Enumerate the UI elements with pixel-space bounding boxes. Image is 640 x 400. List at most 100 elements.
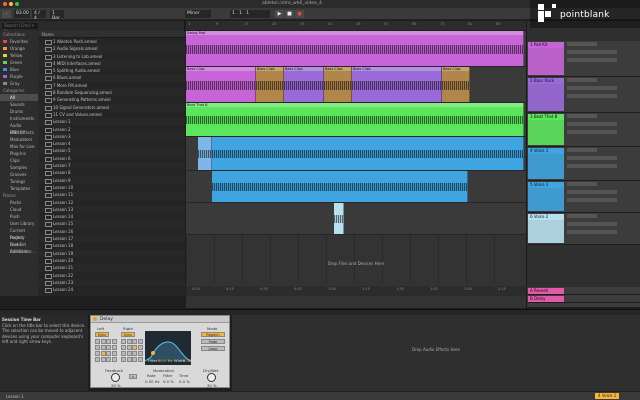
category-item[interactable]: Max for Live (0, 143, 38, 150)
category-item[interactable]: Templates (0, 185, 38, 192)
audio-clip[interactable]: Bass Clips (442, 67, 470, 102)
file-item[interactable]: Lesson 3 (39, 132, 185, 141)
category-item[interactable]: Plug-Ins (0, 150, 38, 157)
master-track-header[interactable] (527, 303, 640, 308)
audio-clip[interactable]: Beat That B (186, 103, 524, 136)
audio-clip[interactable]: Bass Clips (324, 67, 352, 102)
left-beat-button[interactable] (106, 339, 111, 344)
audio-clip[interactable] (212, 171, 468, 202)
left-beat-button[interactable] (100, 339, 106, 344)
category-item[interactable]: Samples (0, 164, 38, 171)
left-beat-button[interactable] (106, 357, 111, 362)
track-header[interactable]: 1 Pad Kit (527, 41, 640, 77)
file-item[interactable]: 10 Signal Generators.ameol (39, 103, 185, 111)
file-item[interactable]: Lesson 5 (39, 147, 185, 155)
file-item[interactable]: Lesson 2 (39, 126, 185, 133)
drywet-knob[interactable] (207, 373, 216, 382)
track-header[interactable]: 6 Voice 2 (527, 213, 640, 245)
right-beat-button[interactable] (132, 357, 137, 362)
left-beat-button[interactable] (100, 357, 106, 362)
file-item[interactable]: Lesson 7 (39, 162, 185, 170)
right-beat-button[interactable] (121, 357, 126, 362)
right-beat-button[interactable] (121, 345, 126, 350)
right-beat-button[interactable] (126, 339, 132, 344)
left-beat-button[interactable] (111, 345, 117, 350)
signature-field[interactable]: 4 / 4 (32, 10, 46, 21)
category-item[interactable]: Grooves (0, 171, 38, 178)
track-lane[interactable]: Bass Clips Bass Clips Bass Clips Bass Clips… (186, 67, 526, 103)
file-item[interactable]: 9 Generating Patterns.ameol (39, 96, 185, 104)
right-beat-button[interactable] (126, 351, 132, 356)
category-item[interactable]: Clips (0, 157, 38, 164)
file-item[interactable]: Lesson 6 (39, 155, 185, 163)
collection-item[interactable]: Yellow (0, 52, 38, 59)
file-item[interactable]: Lesson 4 (39, 140, 185, 148)
track-lane[interactable] (186, 171, 526, 203)
width-value[interactable]: 6.32 (183, 358, 191, 363)
right-beat-button[interactable] (132, 351, 137, 356)
file-item[interactable]: 5 Splitting Audio.ameol (39, 67, 185, 75)
place-item[interactable]: Current Project (0, 227, 38, 240)
category-item[interactable]: Instruments (0, 115, 38, 122)
track-lane[interactable]: Swing Pad (186, 31, 526, 67)
track-controls[interactable] (567, 182, 637, 202)
right-beat-button[interactable] (121, 351, 126, 356)
feedback-knob[interactable] (111, 373, 120, 382)
collection-item[interactable]: Green (0, 59, 38, 66)
audio-clip[interactable]: Bass Clips (186, 67, 256, 102)
right-beat-button[interactable] (126, 357, 132, 362)
tap-button[interactable]: · (2, 10, 11, 18)
file-item[interactable]: 7 More FM.ameol (39, 82, 185, 90)
file-item[interactable]: Lesson 20 (39, 257, 185, 265)
file-item[interactable]: Lesson 17 (39, 235, 185, 243)
stop-button[interactable]: ■ (285, 10, 294, 18)
file-item[interactable]: 11 CV and Values.ameol (39, 111, 185, 119)
collection-item[interactable]: Gray (0, 80, 38, 87)
record-button[interactable]: ● (295, 10, 304, 18)
track-lane[interactable]: Beat That B (186, 103, 526, 137)
file-item[interactable]: Lesson 24 (39, 286, 185, 293)
left-beat-button[interactable] (111, 339, 117, 344)
status-track[interactable]: 4 Voice 1 (595, 393, 620, 399)
collection-item[interactable]: Favorites (0, 38, 38, 45)
track-controls[interactable] (567, 114, 637, 134)
track-lane[interactable] (186, 137, 526, 171)
right-sync-button[interactable]: Sync (121, 332, 135, 337)
left-beat-button[interactable] (95, 351, 100, 356)
file-item[interactable]: Lesson 11 (39, 191, 185, 199)
effects-drop-area[interactable]: Drop Audio Effects Here (232, 315, 640, 391)
file-item[interactable]: 1 Ableton Push.ameol (39, 38, 185, 46)
mode-repitch-button[interactable]: Repitch (201, 332, 225, 337)
place-item[interactable]: Add Folder... (0, 248, 38, 255)
audio-clip[interactable]: Bass Clips (284, 67, 324, 102)
left-beat-button[interactable] (100, 345, 106, 350)
place-item[interactable]: Push (0, 213, 38, 220)
track-header[interactable]: 4 Voice 1 (527, 147, 640, 181)
left-beat-button[interactable] (111, 357, 117, 362)
left-beat-button[interactable] (111, 351, 117, 356)
left-beat-button[interactable] (106, 345, 111, 350)
track-controls[interactable] (567, 148, 637, 168)
file-item[interactable]: Lesson 23 (39, 278, 185, 287)
file-item[interactable]: Lesson 13 (39, 205, 185, 214)
category-item[interactable]: Audio Effects (0, 122, 38, 135)
arrangement-grid[interactable]: Swing Pad Bass Clips Bass Clips Bass Clips B… (186, 31, 526, 283)
right-beat-button[interactable] (132, 339, 137, 344)
category-item[interactable]: Drums (0, 108, 38, 115)
right-beat-button[interactable] (137, 345, 143, 350)
filter-display[interactable]: Filter 80.0 Hz Width 6.32 (144, 331, 191, 365)
arrangement-drop-zone[interactable]: Drop Files and Devices Here (186, 261, 526, 266)
return-track-name[interactable]: A Reverb (528, 288, 564, 294)
beat-ruler[interactable]: 1 9 17 25 33 41 49 57 65 73 81 89 (186, 21, 526, 31)
place-item[interactable]: Factory Packs (0, 234, 38, 247)
quantize-menu[interactable]: 1 Bar (50, 10, 64, 21)
delay-title-bar[interactable]: Delay (91, 316, 229, 323)
audio-clip[interactable]: Bass Clips (352, 67, 442, 102)
left-beat-button[interactable] (95, 345, 100, 350)
return-track-header[interactable]: B Delay (527, 295, 640, 303)
return-track-header[interactable]: A Reverb (527, 287, 640, 295)
file-item[interactable]: Lesson 18 (39, 242, 185, 250)
position-field[interactable]: 1 . 1 . 1 (230, 10, 270, 18)
track-lane[interactable] (186, 203, 526, 235)
track-header[interactable]: 3 Beat That B (527, 113, 640, 147)
